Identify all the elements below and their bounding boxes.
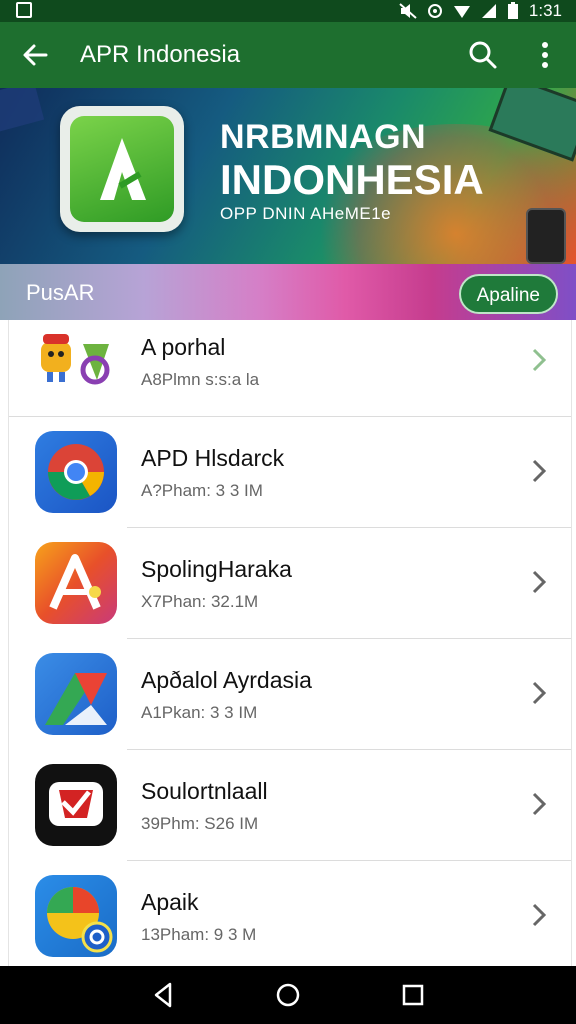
colorful-clock-icon <box>35 875 117 957</box>
list-item[interactable]: APD Hlsdarck A?Pham: 3 3 IM <box>9 417 571 528</box>
mascot-icon <box>35 320 117 402</box>
recents-nav-icon[interactable] <box>398 980 428 1010</box>
list-item[interactable]: Apðalol Ayrdasia A1Pkan: 3 3 IM <box>9 639 571 750</box>
search-icon[interactable] <box>466 38 500 72</box>
signal-icon <box>481 4 496 18</box>
chevron-right-icon <box>532 792 547 816</box>
status-time: 1:31 <box>528 1 562 20</box>
section-action-button[interactable]: Apaline <box>458 274 558 314</box>
app-name: A porhal <box>141 334 226 360</box>
promo-banner[interactable]: NRBMNAGN INDONHESIA OPP DNIN AHeME1e <box>0 88 576 264</box>
section-header: PusAR Apaline <box>0 264 576 320</box>
notification-icon <box>16 2 32 18</box>
app-meta: 13Pham: 9 3 M <box>141 925 257 944</box>
home-nav-icon[interactable] <box>273 980 303 1010</box>
chevron-right-icon <box>532 681 547 705</box>
list-item[interactable]: Apaik 13Pham: 9 3 M <box>9 861 571 966</box>
wifi-icon <box>453 6 470 18</box>
list-item[interactable]: A porhal A8Plmn s:s:a la <box>9 320 571 417</box>
chevron-right-icon <box>532 459 547 483</box>
app-list: A porhal A8Plmn s:s:a la APD Hlsdarck A?… <box>8 320 572 966</box>
banner-headline-2: INDONHESIA <box>220 156 484 203</box>
battery-icon <box>507 2 518 19</box>
app-name: Soulortnlaall <box>141 778 268 804</box>
red-orange-a-icon <box>35 542 117 624</box>
app-meta: 39Phm: S26 IM <box>141 814 259 833</box>
list-item[interactable]: SpolingHaraka X7Phan: 32.1M <box>9 528 571 639</box>
phone-decoration <box>526 208 566 264</box>
mute-icon <box>399 3 417 19</box>
section-title: PusAR <box>26 280 95 305</box>
chevron-right-icon <box>532 903 547 927</box>
chevron-right-icon <box>532 348 547 372</box>
alarm-icon <box>427 4 442 18</box>
more-options-icon[interactable] <box>530 38 560 72</box>
chevron-right-icon <box>532 570 547 594</box>
back-arrow-icon[interactable] <box>18 38 52 72</box>
blue-green-red-icon <box>35 653 117 735</box>
chrome-like-icon <box>35 431 117 513</box>
app-name: SpolingHaraka <box>141 556 292 582</box>
list-item[interactable]: Soulortnlaall 39Phm: S26 IM <box>9 750 571 861</box>
app-bar-title: APR Indonesia <box>80 41 241 68</box>
back-nav-icon[interactable] <box>148 980 178 1010</box>
app-meta: A1Pkan: 3 3 IM <box>141 703 258 722</box>
app-meta: A8Plmn s:s:a la <box>141 370 260 389</box>
banner-subtitle: OPP DNIN AHeME1e <box>220 204 392 223</box>
app-name: APD Hlsdarck <box>141 445 285 471</box>
store-logo-icon <box>100 138 146 200</box>
navigation-bar <box>0 966 576 1024</box>
red-check-icon <box>35 764 117 846</box>
app-name: Apðalol Ayrdasia <box>141 667 312 693</box>
banner-logo <box>60 106 184 232</box>
app-name: Apaik <box>141 889 199 915</box>
app-bar: APR Indonesia <box>0 22 576 88</box>
banner-headline-1: NRBMNAGN <box>220 118 427 156</box>
app-meta: X7Phan: 32.1M <box>141 592 259 611</box>
status-bar: 1:31 <box>0 0 576 22</box>
device-decoration <box>0 88 45 136</box>
app-meta: A?Pham: 3 3 IM <box>141 481 263 500</box>
